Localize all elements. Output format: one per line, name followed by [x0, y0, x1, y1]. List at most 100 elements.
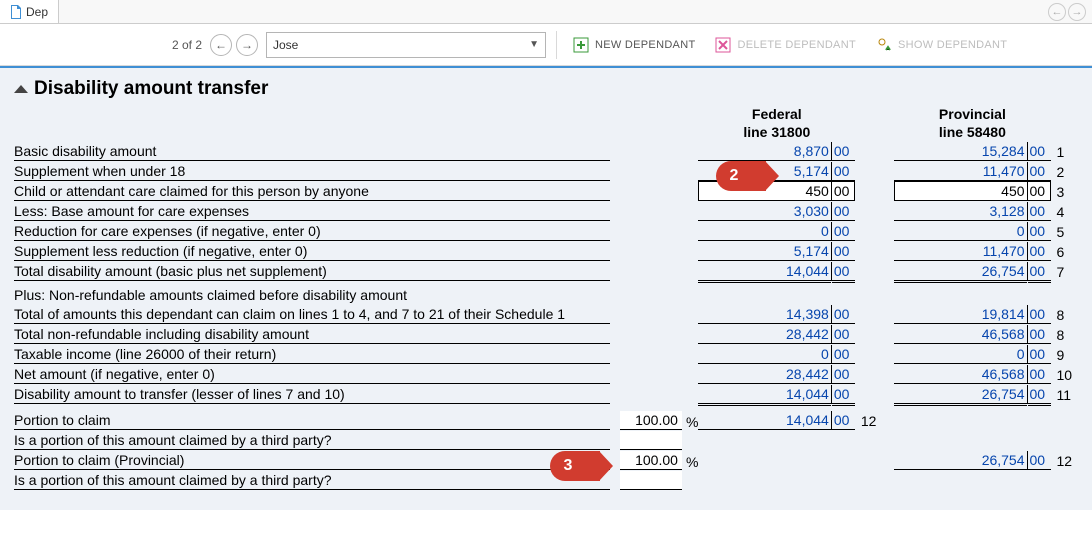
row-third-party-prov: Is a portion of this amount claimed by a…: [14, 470, 1078, 490]
collapse-icon[interactable]: [14, 85, 28, 93]
cents-provincial: 00: [1027, 222, 1051, 241]
table-row: Basic disability amount8,8700015,284001: [14, 141, 1078, 161]
row-label: Supplement less reduction (if negative, …: [14, 243, 591, 261]
federal-header: Federal line 31800: [699, 106, 855, 141]
third-party-input-prov[interactable]: [620, 471, 682, 490]
cents-provincial: 00: [1027, 262, 1051, 281]
table-row: Child or attendant care claimed for this…: [14, 181, 1078, 201]
new-dependant-label: NEW DEPENDANT: [595, 39, 695, 51]
row-number: 6: [1051, 244, 1079, 261]
amount-provincial: 26,754: [894, 451, 1026, 470]
amount-federal: 3,030: [698, 202, 830, 221]
row-number: 4: [1051, 204, 1079, 221]
row-label: Net amount (if negative, enter 0): [14, 366, 591, 384]
amount-federal: 14,044: [698, 411, 830, 430]
amount-federal: 14,044: [698, 385, 830, 404]
nav-back-icon[interactable]: ←: [1048, 3, 1066, 21]
cents-federal: 00: [831, 202, 855, 221]
table-row: Plus: Non-refundable amounts claimed bef…: [14, 284, 1078, 304]
table-row: Taxable income (line 26000 of their retu…: [14, 344, 1078, 364]
amount-provincial[interactable]: 450: [894, 181, 1026, 201]
cents-provincial: 00: [1027, 365, 1051, 384]
delete-dependant-label: DELETE DEPENDANT: [737, 39, 856, 51]
cents-provincial[interactable]: 00: [1027, 181, 1051, 201]
row-label: Less: Base amount for care expenses: [14, 203, 591, 221]
amount-provincial: 15,284: [894, 142, 1026, 161]
table-row: Total non-refundable including disabilit…: [14, 324, 1078, 344]
dependant-select[interactable]: Jose ▼: [266, 32, 546, 58]
third-party-input-fed[interactable]: [620, 431, 682, 450]
cents-federal: 00: [831, 325, 855, 344]
pager-prev-button[interactable]: ←: [210, 34, 232, 56]
amount-provincial: 0: [894, 222, 1026, 241]
show-dependant-button: SHOW DEPENDANT: [870, 33, 1013, 57]
row-label: Taxable income (line 26000 of their retu…: [14, 346, 591, 364]
row-number: 2: [1051, 164, 1079, 181]
amount-federal: 28,442: [698, 325, 830, 344]
cents-provincial: 00: [1027, 142, 1051, 161]
tab-label: Dep: [26, 5, 48, 19]
row-label: Total non-refundable including disabilit…: [14, 326, 591, 344]
cents-federal[interactable]: 00: [831, 181, 855, 201]
table-row: Reduction for care expenses (if negative…: [14, 221, 1078, 241]
delete-dependant-button: DELETE DEPENDANT: [709, 33, 862, 57]
worksheet: 2 3 Federal line 31800 Provincial line 5…: [14, 106, 1078, 490]
row-number: 1: [1051, 144, 1079, 161]
row-label: Supplement when under 18: [14, 163, 591, 181]
pager-next-button[interactable]: →: [236, 34, 258, 56]
amount-provincial: 46,568: [894, 365, 1026, 384]
portion-pct-provincial[interactable]: 100.00: [620, 451, 682, 470]
amount-provincial: 19,814: [894, 305, 1026, 324]
cents-federal: 00: [831, 222, 855, 241]
row-number: 11: [1051, 387, 1079, 404]
cents-federal: 00: [831, 385, 855, 404]
amount-provincial: 3,128: [894, 202, 1026, 221]
row-number: 3: [1051, 184, 1079, 201]
table-row: Total disability amount (basic plus net …: [14, 261, 1078, 281]
row-label: Plus: Non-refundable amounts claimed bef…: [14, 287, 591, 304]
section-title: Disability amount transfer: [34, 78, 268, 100]
tab-strip: Dep ← →: [0, 0, 1092, 24]
amount-federal: 8,870: [698, 142, 830, 161]
cents-federal: 00: [831, 411, 855, 430]
row-label: Basic disability amount: [14, 143, 591, 161]
document-icon: [10, 5, 22, 19]
row-label: Portion to claim (Provincial): [14, 452, 591, 470]
callout-2: 2: [716, 161, 766, 191]
column-headers: Federal line 31800 Provincial line 58480: [14, 106, 1078, 141]
row-number: 8: [1051, 307, 1079, 324]
cents-provincial: 00: [1027, 451, 1051, 470]
cents-federal: 00: [831, 262, 855, 281]
table-row: Supplement less reduction (if negative, …: [14, 241, 1078, 261]
row-label: Is a portion of this amount claimed by a…: [14, 472, 591, 490]
new-dependant-button[interactable]: NEW DEPENDANT: [567, 33, 701, 57]
table-row: Less: Base amount for care expenses 3,030…: [14, 201, 1078, 221]
portion-pct-federal[interactable]: 100.00: [620, 411, 682, 430]
nav-fwd-icon[interactable]: →: [1068, 3, 1086, 21]
cents-federal: 00: [831, 305, 855, 324]
cents-provincial: 00: [1027, 162, 1051, 181]
cents-federal: 00: [831, 142, 855, 161]
section-header: Disability amount transfer: [14, 78, 1078, 100]
row-number: 9: [1051, 347, 1079, 364]
row-label: Child or attendant care claimed for this…: [14, 183, 591, 201]
table-row: Net amount (if negative, enter 0)28,4420…: [14, 364, 1078, 384]
amount-federal: 0: [698, 345, 830, 364]
cents-federal: 00: [831, 345, 855, 364]
cents-provincial: 00: [1027, 242, 1051, 261]
content-area: Disability amount transfer 2 3 Federal l…: [0, 66, 1092, 510]
cents-provincial: 00: [1027, 345, 1051, 364]
dependant-select-value: Jose: [273, 38, 298, 52]
callout-3: 3: [550, 451, 600, 481]
tab-dep[interactable]: Dep: [0, 0, 59, 23]
row-third-party-fed: Is a portion of this amount claimed by a…: [14, 430, 1078, 450]
cents-provincial: 00: [1027, 325, 1051, 344]
cents-federal: 00: [831, 365, 855, 384]
row-label: Reduction for care expenses (if negative…: [14, 223, 591, 241]
amount-provincial: 26,754: [894, 385, 1026, 404]
chevron-down-icon: ▼: [529, 39, 539, 50]
pager: 2 of 2 ← →: [8, 34, 258, 56]
top-nav-arrows: ← →: [1048, 0, 1086, 23]
table-row: Supplement when under 185,1740011,470002: [14, 161, 1078, 181]
amount-provincial: 0: [894, 345, 1026, 364]
